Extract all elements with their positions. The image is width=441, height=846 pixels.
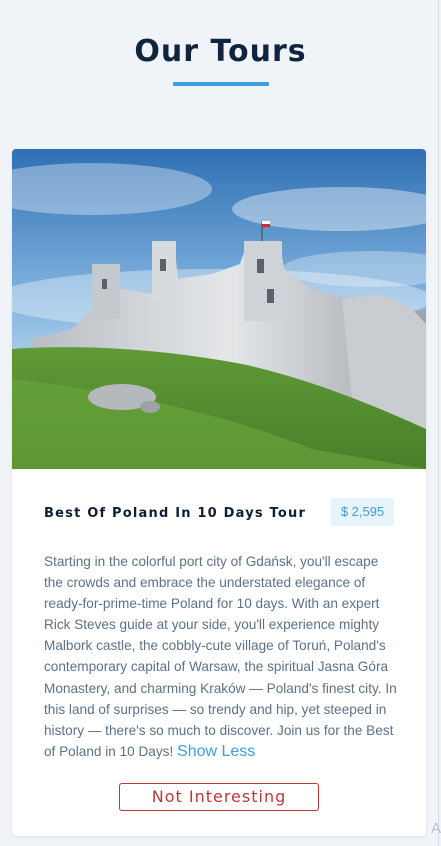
tour-header: Best Of Poland In 10 Days Tour $ 2,595	[12, 498, 426, 530]
page-title: Our Tours	[134, 34, 307, 69]
title-underline	[172, 82, 269, 86]
tour-title: Best Of Poland In 10 Days Tour	[44, 506, 307, 521]
page-edge-divider	[438, 0, 439, 846]
page-header: Our Tours	[0, 0, 441, 86]
tour-card: Best Of Poland In 10 Days Tour $ 2,595 S…	[12, 149, 426, 836]
tour-image	[12, 149, 426, 469]
show-less-button[interactable]: Show Less	[177, 743, 255, 760]
not-interesting-button[interactable]: Not Interesting	[119, 783, 319, 811]
tour-description: Starting in the colorful port city of Gd…	[44, 551, 399, 762]
tour-description-text: Starting in the colorful port city of Gd…	[44, 554, 397, 759]
corner-glyph: A	[431, 820, 441, 837]
price-badge: $ 2,595	[331, 498, 394, 526]
